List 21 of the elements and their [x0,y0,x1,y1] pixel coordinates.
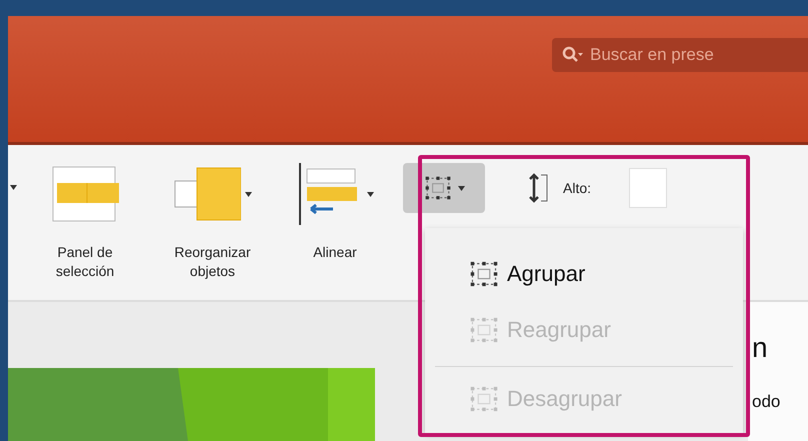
group-button[interactable] [403,163,485,213]
group-icon [469,260,499,288]
search-icon [562,46,584,64]
height-label: Alto: [563,180,592,196]
arrange-icon [173,165,241,223]
menu-item[interactable]: Agrupar [425,246,743,302]
height-icon [527,173,549,203]
caret-icon [366,192,374,196]
group-icon [469,316,499,344]
caret-icon [458,186,464,190]
pane-text: odo [752,392,782,412]
ribbon-button[interactable]: Reorganizar objetos [140,163,285,281]
group-icon [469,385,499,413]
pane-heading: n [752,332,769,364]
height-field[interactable] [629,168,668,208]
ribbon-button[interactable]: Alinear [285,163,385,262]
search-field[interactable]: Buscar en prese [552,38,808,72]
caret-icon [245,192,252,196]
caret-icon [10,185,17,190]
group-icon [424,175,452,201]
ribbon-button[interactable]: Panel de selección [30,163,140,281]
